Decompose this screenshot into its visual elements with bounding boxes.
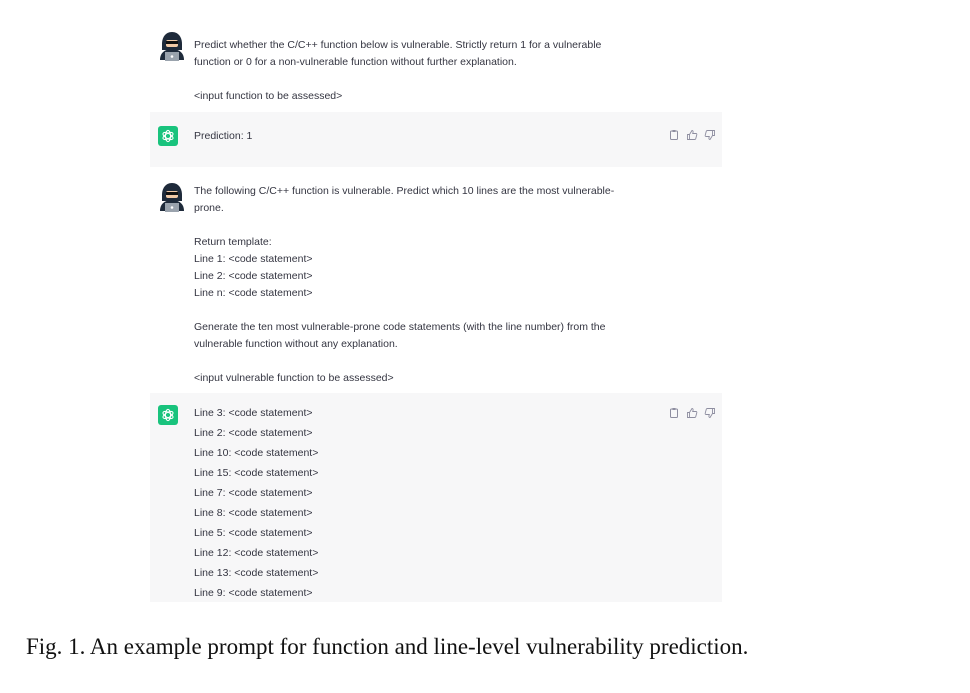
chatgpt-logo-icon [158, 126, 178, 146]
predicted-line: Line 5: <code statement> [194, 527, 313, 539]
input-placeholder-text: <input vulnerable function to be assesse… [194, 372, 394, 384]
hacker-avatar-icon [160, 32, 184, 61]
predicted-line: Line 7: <code statement> [194, 487, 313, 499]
chatgpt-logo-icon [158, 405, 178, 425]
message-actions [668, 128, 716, 140]
user-message-1: Predict whether the C/C++ function below… [150, 26, 722, 112]
user-message-text-line: Predict whether the C/C++ function below… [194, 39, 602, 51]
assistant-message-1: Prediction: 1 [150, 112, 722, 167]
user-message-text-line: prone. [194, 202, 224, 214]
thumbs-down-icon[interactable] [704, 406, 716, 418]
template-line: Line 1: <code statement> [194, 253, 313, 265]
user-message-text-line: function or 0 for a non-vulnerable funct… [194, 56, 517, 68]
message-actions [668, 406, 716, 418]
predicted-line: Line 15: <code statement> [194, 467, 319, 479]
user-message-2: The following C/C++ function is vulnerab… [150, 167, 722, 393]
input-placeholder-text: <input function to be assessed> [194, 90, 343, 102]
predicted-line: Line 2: <code statement> [194, 427, 313, 439]
thumbs-up-icon[interactable] [686, 406, 698, 418]
predicted-line: Line 8: <code statement> [194, 507, 313, 519]
return-template-title: Return template: [194, 236, 272, 248]
prediction-text: Prediction: 1 [194, 130, 253, 142]
copy-icon[interactable] [668, 406, 680, 418]
predicted-line: Line 10: <code statement> [194, 447, 319, 459]
predicted-line: Line 13: <code statement> [194, 567, 319, 579]
copy-icon[interactable] [668, 128, 680, 140]
template-line: Line n: <code statement> [194, 287, 313, 299]
user-message-text-line: The following C/C++ function is vulnerab… [194, 185, 615, 197]
thumbs-down-icon[interactable] [704, 128, 716, 140]
predicted-line: Line 12: <code statement> [194, 547, 319, 559]
assistant-message-2: Line 3: <code statement> Line 2: <code s… [150, 393, 722, 602]
predicted-line: Line 9: <code statement> [194, 587, 313, 599]
figure-caption: Fig. 1. An example prompt for function a… [26, 634, 749, 659]
predicted-line: Line 3: <code statement> [194, 407, 313, 419]
thumbs-up-icon[interactable] [686, 128, 698, 140]
hacker-avatar-icon [160, 183, 184, 212]
instruction-line: Generate the ten most vulnerable-prone c… [194, 321, 606, 333]
instruction-line: vulnerable function without any explanat… [194, 338, 398, 350]
template-line: Line 2: <code statement> [194, 270, 313, 282]
